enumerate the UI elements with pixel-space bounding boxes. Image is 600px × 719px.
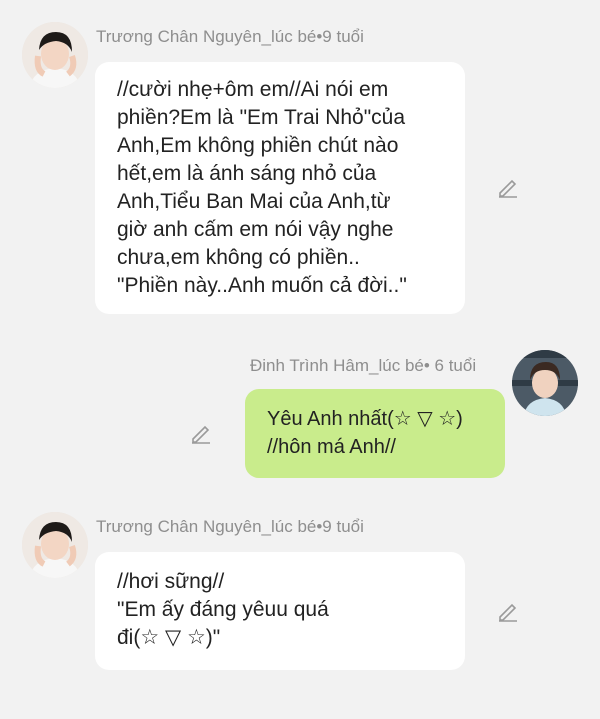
edit-pencil-icon[interactable]	[189, 421, 213, 445]
avatar[interactable]	[22, 512, 88, 578]
edit-pencil-icon[interactable]	[496, 599, 520, 623]
message-bubble[interactable]: Yêu Anh nhất(☆ ▽ ☆) //hôn má Anh//	[245, 389, 505, 478]
message-bubble[interactable]: //hơi sững// "Em ấy đáng yêuu quá đi(☆ ▽…	[95, 552, 465, 670]
sender-name: Trương Chân Nguyên_lúc bé•9 tuổi	[96, 517, 364, 536]
message-bubble[interactable]: //cười nhẹ+ôm em//Ai nói em phiền?Em là …	[95, 62, 465, 314]
sender-name: Đinh Trình Hâm_lúc bé• 6 tuổi	[250, 356, 477, 375]
avatar[interactable]	[512, 350, 578, 416]
sender-name: Trương Chân Nguyên_lúc bé•9 tuổi	[96, 27, 364, 46]
edit-pencil-icon[interactable]	[496, 175, 520, 199]
avatar[interactable]	[22, 22, 88, 88]
